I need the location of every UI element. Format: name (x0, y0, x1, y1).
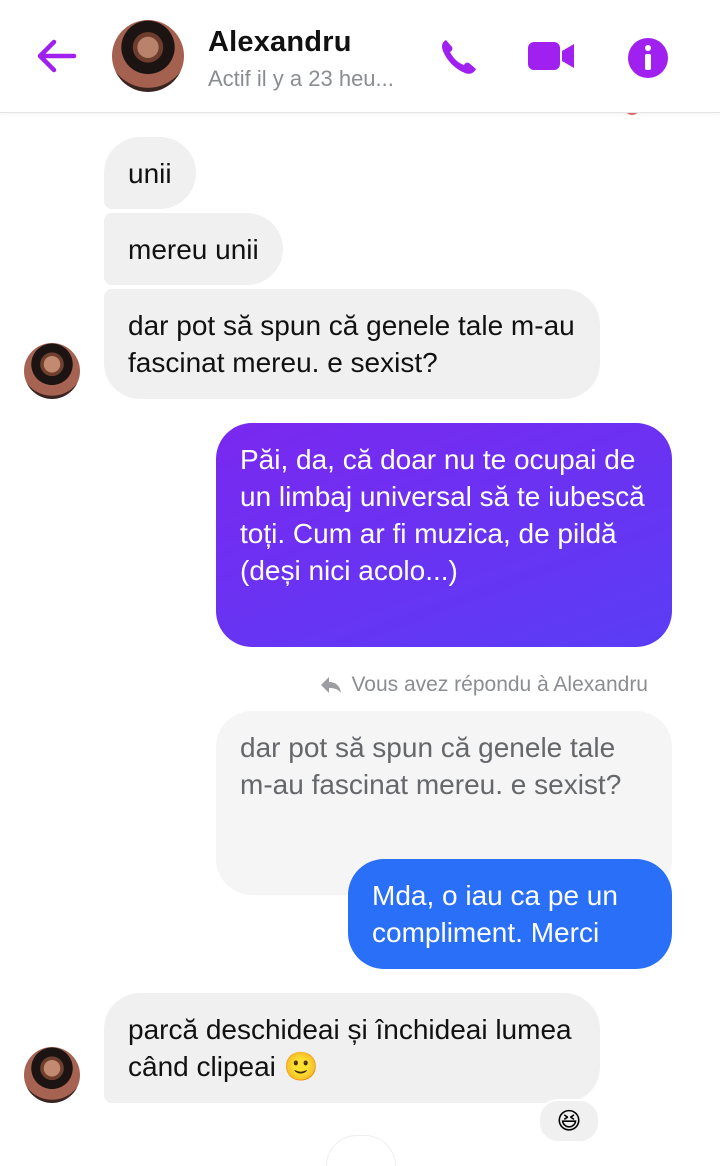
info-button[interactable] (626, 36, 670, 78)
sender-avatar[interactable] (24, 1047, 80, 1103)
call-button[interactable] (436, 36, 480, 76)
message-bubble[interactable]: dar pot să spun că genele tale m-au fasc… (104, 289, 600, 399)
message-reaction[interactable]: 😆 (538, 1099, 600, 1143)
message-bubble[interactable]: Păi, da, că doar nu te ocupai de un limb… (216, 423, 672, 647)
back-button[interactable] (34, 36, 78, 76)
message-bubble[interactable]: parcă deschideai și închideai lumea când… (104, 993, 600, 1103)
message-bubble[interactable]: Mda, o iau ca pe un compliment. Merci (348, 859, 672, 969)
message-bubble[interactable]: mereu unii (104, 213, 283, 285)
contact-status: Actif il y a 23 heu... (208, 66, 394, 91)
sender-avatar[interactable] (24, 343, 80, 399)
contact-name[interactable]: Alexandru (208, 26, 352, 59)
reply-indicator-text: Vous avez répondu à Alexandru (351, 673, 648, 696)
phone-icon (442, 40, 476, 74)
scroll-indicator (326, 1135, 396, 1166)
video-call-button[interactable] (526, 36, 574, 76)
contact-avatar[interactable] (112, 20, 184, 92)
conversation-header: Alexandru Actif il y a 23 heu... (0, 0, 720, 113)
reply-indicator: Vous avez répondu à Alexandru (319, 673, 648, 697)
message-bubble[interactable]: unii (104, 137, 196, 209)
message-thread[interactable]: unii mereu unii dar pot să spun că genel… (0, 105, 720, 1166)
video-camera-icon (528, 42, 574, 70)
arrow-left-icon (37, 39, 77, 73)
reply-arrow-icon (321, 677, 342, 693)
info-icon (628, 38, 668, 78)
